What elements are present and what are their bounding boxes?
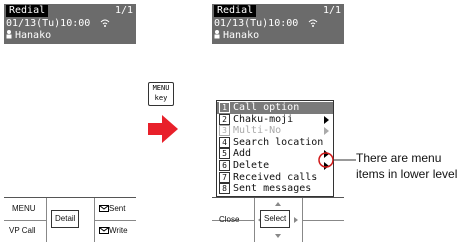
item-label: Delete bbox=[233, 160, 270, 171]
menu-item-chaku-moji[interactable]: 2 Chaku-moji bbox=[217, 113, 333, 126]
annotation-text: There are menu items in lower level bbox=[356, 151, 458, 181]
menu-item-search-location[interactable]: 4 Search location bbox=[217, 136, 333, 149]
item-number: 1 bbox=[219, 102, 230, 113]
status-header: Redial 1/1 01/13(Tu)10:00 Hanako bbox=[212, 4, 344, 44]
sent-softkey[interactable]: Sent bbox=[99, 204, 125, 214]
item-number: 2 bbox=[219, 113, 230, 125]
item-label: Received calls bbox=[233, 171, 318, 183]
write-label: Write bbox=[109, 226, 128, 235]
close-softkey[interactable]: Close bbox=[219, 215, 239, 225]
item-number: 7 bbox=[219, 171, 230, 183]
menu-softkey[interactable]: MENU bbox=[12, 204, 36, 214]
menu-item-multi-no[interactable]: 3 Multi-No bbox=[217, 125, 333, 137]
softkey-bar: MENU VP Call Detail Sent Write bbox=[4, 197, 136, 242]
callout-pointer bbox=[318, 152, 356, 168]
screen-title: Redial bbox=[6, 5, 49, 17]
person-icon bbox=[214, 30, 220, 39]
item-number: 3 bbox=[219, 125, 230, 137]
menu-item-delete[interactable]: 6 Delete bbox=[217, 160, 333, 172]
key-line-2: key bbox=[154, 94, 168, 102]
screen-title: Redial bbox=[214, 5, 257, 17]
write-softkey[interactable]: Write bbox=[99, 226, 128, 236]
item-number: 5 bbox=[219, 148, 230, 160]
signal-icon bbox=[100, 19, 110, 27]
signal-icon bbox=[308, 19, 318, 27]
datetime-row: 01/13(Tu)10:00 bbox=[214, 18, 318, 30]
item-label: Add bbox=[233, 148, 252, 160]
contact-row[interactable]: Hanako bbox=[214, 30, 259, 42]
sent-label: Sent bbox=[109, 204, 126, 213]
key-line-1: MENU bbox=[152, 84, 170, 92]
menu-item-sent-messages[interactable]: 8 Sent messages bbox=[217, 183, 333, 195]
item-label: Multi-No bbox=[233, 125, 282, 137]
submenu-arrow-icon bbox=[324, 115, 329, 124]
contact-row[interactable]: Hanako bbox=[6, 30, 51, 42]
phone-screen-menu: Redial 1/1 01/13(Tu)10:00 Hanako 1 Call o… bbox=[212, 4, 344, 242]
item-label: Sent messages bbox=[233, 183, 312, 195]
menu-item-received-calls[interactable]: 7 Received calls bbox=[217, 171, 333, 184]
mail-icon bbox=[99, 227, 109, 234]
menu-key-icon: MENU key bbox=[148, 82, 174, 106]
page-indicator: 1/1 bbox=[114, 5, 133, 16]
contact-name: Hanako bbox=[15, 30, 52, 41]
highlight-circle bbox=[318, 152, 334, 168]
datetime-row: 01/13(Tu)10:00 bbox=[6, 18, 110, 30]
mail-icon bbox=[99, 205, 109, 212]
contact-name: Hanako bbox=[223, 30, 260, 41]
select-softkey[interactable]: Select bbox=[260, 210, 291, 228]
red-arrow-icon bbox=[148, 115, 178, 143]
submenu-arrow-icon bbox=[324, 127, 329, 136]
phone-screen-redial: Redial 1/1 01/13(Tu)10:00 Hanako MENU VP… bbox=[4, 4, 136, 242]
page-indicator: 1/1 bbox=[322, 5, 341, 16]
item-label: Search location bbox=[233, 136, 324, 148]
item-number: 4 bbox=[219, 136, 230, 148]
item-number: 6 bbox=[219, 160, 230, 171]
datetime: 01/13(Tu)10:00 bbox=[214, 18, 299, 29]
item-label: Call option bbox=[233, 102, 300, 113]
softkey-bar: Close Select bbox=[212, 197, 344, 242]
item-label: Chaku-moji bbox=[233, 113, 294, 125]
person-icon bbox=[6, 30, 12, 39]
status-header: Redial 1/1 01/13(Tu)10:00 Hanako bbox=[4, 4, 136, 44]
item-number: 8 bbox=[219, 183, 230, 195]
menu-item-call-option[interactable]: 1 Call option bbox=[217, 102, 333, 114]
menu-item-add[interactable]: 5 Add bbox=[217, 148, 333, 160]
vp-call-softkey[interactable]: VP Call bbox=[9, 226, 36, 236]
detail-softkey[interactable]: Detail bbox=[51, 210, 80, 228]
submenu-popup: 1 Call option 2 Chaku-moji 3 Multi-No 4 Sear… bbox=[216, 100, 334, 197]
datetime: 01/13(Tu)10:00 bbox=[6, 18, 91, 29]
